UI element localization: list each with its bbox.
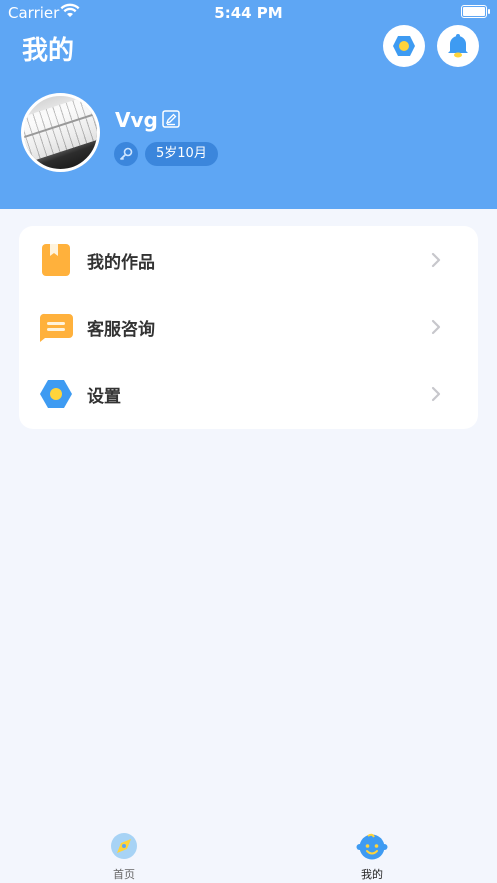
notification-button[interactable] — [437, 25, 479, 67]
bell-icon — [448, 34, 468, 58]
key-badge-icon — [114, 142, 138, 166]
compass-icon — [111, 833, 137, 859]
menu-item-customer-service[interactable]: 客服咨询 — [19, 294, 478, 360]
menu-card: 我的作品 客服咨询 设置 — [19, 226, 478, 429]
header-settings-button[interactable] — [383, 25, 425, 67]
chevron-right-icon — [431, 252, 441, 268]
chat-icon — [39, 313, 73, 342]
age-tag: 5岁10月 — [145, 142, 218, 166]
avatar[interactable] — [21, 93, 100, 172]
battery-icon — [461, 5, 490, 18]
baby-face-icon — [356, 833, 388, 860]
clock: 5:44 PM — [214, 4, 283, 22]
bookmark-icon — [42, 244, 70, 276]
chevron-right-icon — [431, 386, 441, 402]
username: Vvg — [115, 108, 158, 132]
tab-label: 首页 — [113, 868, 135, 881]
tab-bar: 首页 我的 — [0, 826, 497, 883]
status-bar: Carrier 5:44 PM — [0, 0, 497, 26]
tab-label: 我的 — [361, 868, 383, 881]
settings-icon — [40, 380, 72, 408]
page-title: 我的 — [22, 36, 75, 66]
profile-header: Carrier 5:44 PM 我的 Vvg 5岁10月 — [0, 0, 497, 209]
tab-mine[interactable]: 我的 — [312, 826, 432, 883]
menu-item-label: 客服咨询 — [87, 320, 155, 340]
menu-item-label: 设置 — [87, 387, 121, 407]
menu-item-label: 我的作品 — [87, 253, 155, 273]
settings-icon — [393, 36, 415, 56]
menu-item-settings[interactable]: 设置 — [19, 361, 478, 427]
menu-item-my-works[interactable]: 我的作品 — [19, 227, 478, 293]
chevron-right-icon — [431, 319, 441, 335]
edit-icon[interactable] — [162, 110, 180, 128]
tab-home[interactable]: 首页 — [64, 826, 184, 883]
